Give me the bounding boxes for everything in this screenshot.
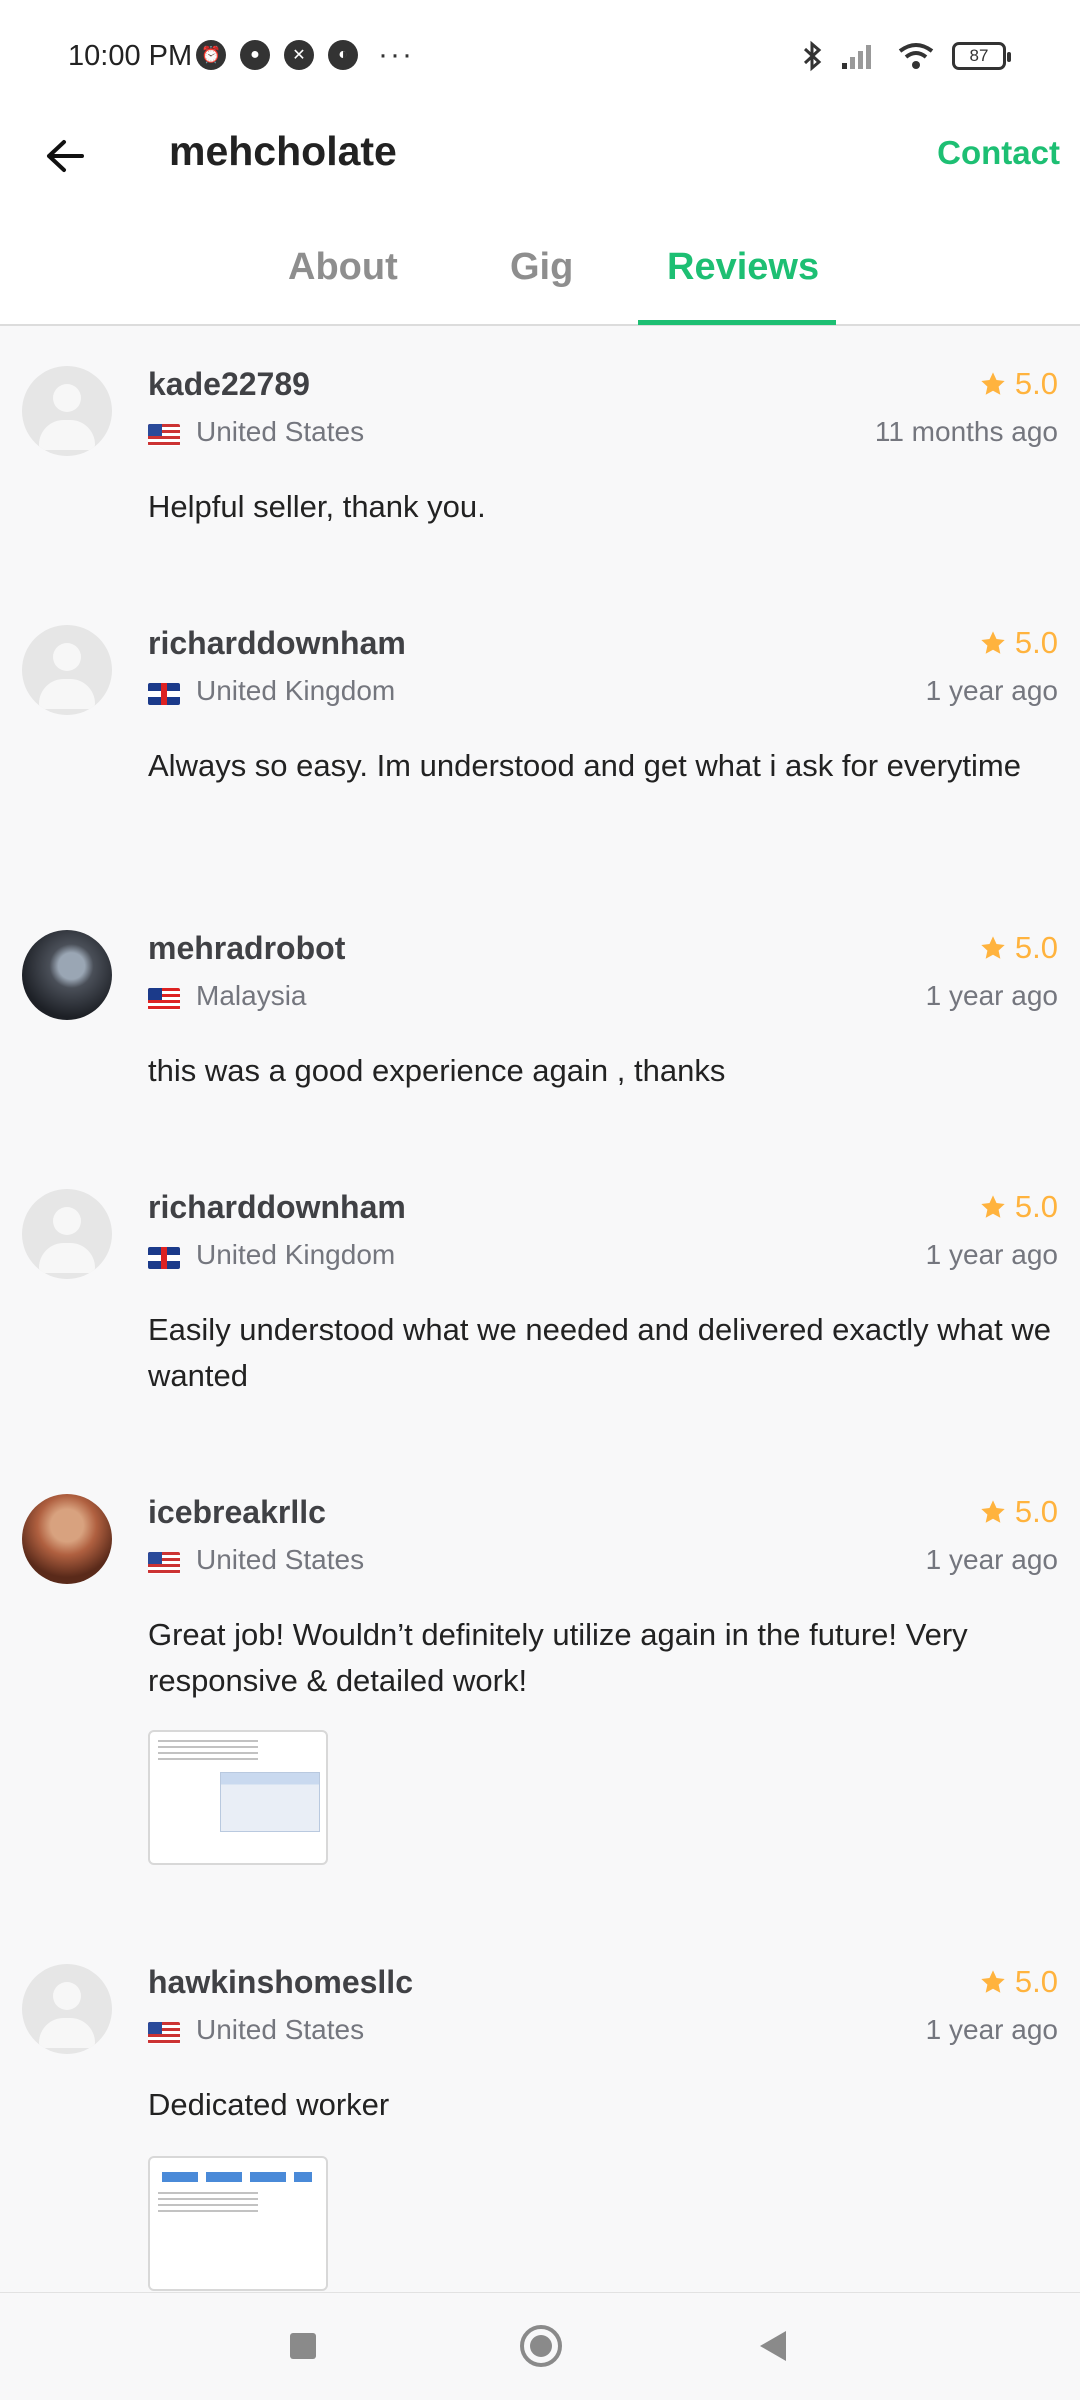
status-time: 10:00 PM (68, 40, 193, 72)
arrow-left-icon (47, 140, 84, 172)
avatar[interactable] (22, 366, 112, 456)
review-country: United Kingdom (196, 675, 396, 706)
review-attachment-thumbnail[interactable] (148, 1730, 328, 1865)
malaysia-flag-icon (148, 988, 180, 1010)
review-time: 1 year ago (925, 980, 1058, 1011)
us-flag-icon (148, 424, 180, 446)
tab-bar: About Gig Reviews (0, 220, 1080, 326)
review-comment: Dedicated worker (148, 2087, 390, 2122)
review-rating: 5.0 (979, 1189, 1058, 1225)
shield-icon: ✕ (284, 40, 314, 70)
rating-value: 5.0 (1014, 930, 1058, 965)
review-rating: 5.0 (979, 1964, 1058, 2000)
star-icon (981, 936, 1005, 959)
star-icon (981, 1970, 1005, 1993)
review-username[interactable]: icebreakrllc (148, 1494, 326, 1531)
avatar[interactable] (22, 1494, 112, 1584)
tab-reviews[interactable]: Reviews (667, 246, 819, 289)
review-country: United Kingdom (196, 1239, 396, 1270)
review-rating: 5.0 (979, 1494, 1058, 1530)
tab-about[interactable]: About (288, 246, 398, 289)
us-flag-icon (148, 2022, 180, 2044)
review-username[interactable]: richarddownham (148, 1189, 406, 1226)
star-icon (981, 1500, 1005, 1523)
avatar[interactable] (22, 1189, 112, 1279)
review-country: United States (196, 2014, 365, 2045)
review-comment: this was a good experience again , thank… (148, 1053, 726, 1088)
review-rating: 5.0 (979, 366, 1058, 402)
avatar[interactable] (22, 930, 112, 1020)
star-icon (981, 1195, 1005, 1218)
top-app-bar: mehcholate Contact (0, 110, 1080, 220)
review-country: United States (196, 1544, 365, 1575)
review-time: 1 year ago (925, 1544, 1058, 1575)
review-rating: 5.0 (979, 930, 1058, 966)
review-comment: Always so easy. Im understood and get wh… (148, 748, 1021, 783)
review-username[interactable]: kade22789 (148, 366, 310, 403)
review-username[interactable]: richarddownham (148, 625, 406, 662)
alarm-icon: ⏰ (196, 40, 226, 70)
contact-button[interactable]: Contact (937, 134, 1060, 172)
bluetooth-icon (803, 40, 822, 72)
home-icon[interactable] (520, 2325, 562, 2367)
rating-value: 5.0 (1014, 625, 1058, 660)
system-navigation-bar (0, 2292, 1080, 2400)
signal-icon (842, 45, 871, 69)
page-title: mehcholate (169, 128, 397, 174)
back-triangle-icon[interactable] (760, 2331, 786, 2361)
avatar[interactable] (22, 1964, 112, 2054)
more-notifications-icon: ··· (378, 38, 414, 71)
wifi-icon (898, 43, 934, 69)
star-icon (981, 372, 1005, 395)
back-button[interactable] (38, 130, 90, 182)
rating-value: 5.0 (1014, 1964, 1058, 1999)
recent-apps-icon[interactable] (290, 2333, 316, 2359)
review-username[interactable]: mehradrobot (148, 930, 345, 967)
review-attachment-thumbnail[interactable] (148, 2156, 328, 2291)
review-comment: Easily understood what we needed and del… (148, 1312, 1051, 1393)
active-tab-indicator (638, 320, 836, 325)
tab-gig[interactable]: Gig (510, 246, 573, 289)
us-flag-icon (148, 1552, 180, 1574)
review-username[interactable]: hawkinshomesllc (148, 1964, 413, 2001)
battery-icon: 87 (952, 42, 1011, 70)
system-icons: 87 (802, 40, 1011, 72)
uk-flag-icon (148, 683, 180, 705)
review-time: 1 year ago (925, 2014, 1058, 2045)
rating-value: 5.0 (1014, 1189, 1058, 1224)
review-time: 1 year ago (925, 1239, 1058, 1270)
rating-value: 5.0 (1014, 1494, 1058, 1529)
review-comment: Helpful seller, thank you. (148, 489, 486, 524)
star-icon (981, 631, 1005, 654)
avatar[interactable] (22, 625, 112, 715)
review-time: 11 months ago (874, 416, 1058, 447)
game-icon: ● (240, 40, 270, 70)
review-country: Malaysia (196, 980, 307, 1011)
notification-icons: ⏰ ● ✕ ◐ ··· (196, 40, 414, 70)
review-rating: 5.0 (979, 625, 1058, 661)
uk-flag-icon (148, 1247, 180, 1269)
review-time: 1 year ago (925, 675, 1058, 706)
review-comment: Great job! Wouldn’t definitely utilize a… (148, 1617, 968, 1698)
review-country: United States (196, 416, 365, 447)
app-icon: ◐ (328, 40, 358, 70)
rating-value: 5.0 (1014, 366, 1058, 401)
status-bar: 10:00 PM ⏰ ● ✕ ◐ ··· 87 (0, 0, 1080, 110)
